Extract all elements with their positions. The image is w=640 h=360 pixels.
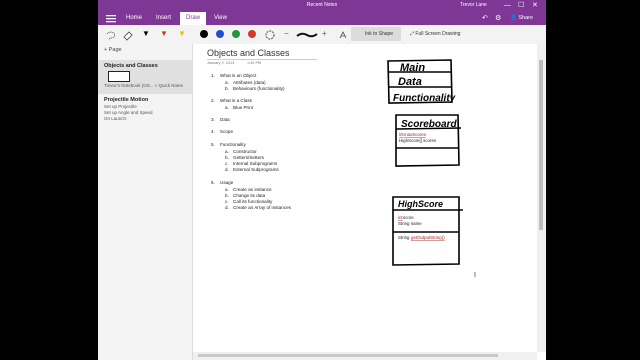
tab-insert[interactable]: Insert [156,15,171,21]
person-icon: 👤 [510,15,517,21]
highscore-box-title: HighScore [398,199,443,209]
scoreboard-box-title: Scoreboard [401,119,457,130]
color-wheel-icon[interactable] [264,28,276,40]
highscore-class-box[interactable]: HighScore int score String name String g… [392,196,463,266]
settings-icon[interactable]: ⚙ [495,14,501,22]
main-class-box[interactable]: Main Data Functionality [387,59,456,104]
page-list-panel: + Page Objects and Classes Trevor's Note… [98,44,193,360]
maximize-button[interactable]: ☐ [518,1,524,10]
pages-menu-icon[interactable] [106,14,116,25]
share-button[interactable]: 👤 Share [510,15,533,21]
text-cursor-icon: I [474,272,476,279]
stroke-thickness-icon[interactable] [296,28,318,40]
page-item-objects-and-classes[interactable]: Objects and Classes Trevor's Notebook (O… [98,60,192,94]
page-item-line: On Launch: [104,116,128,121]
scoreboard-class-box[interactable]: Scoreboard int maxScores HighScore[] sco… [395,114,462,167]
black-pen-icon[interactable]: ▼ [142,30,150,38]
highlighter-icon[interactable]: ▼ [178,30,186,38]
highscore-attr-name: score [403,215,414,220]
main-box-line: Functionality [393,93,456,104]
note-page[interactable]: Objects and Classes January 2, 2013 1:49… [193,44,537,352]
red-pen-icon[interactable]: ▼ [160,30,168,38]
page-item-line: Set up Angle and Speed [104,110,153,115]
tab-draw[interactable]: Draw [180,12,207,25]
draw-ribbon: ▼ ▼ ▼ − + Ink to Shape ⤢ Full Screen Dra… [98,25,546,45]
page-thumbnail [108,71,130,82]
ink-to-shape-label: Ink to Shape [365,31,394,37]
tab-home[interactable]: Home [126,15,142,21]
title-bar: Recent Notes Trevor Lane — ☐ ✕ [98,0,546,12]
scoreboard-attr-line: HighScore[] scores [399,138,437,143]
onenote-window: Recent Notes Trevor Lane — ☐ ✕ Home Inse… [98,0,546,360]
blue-color-swatch[interactable] [216,30,224,38]
minimize-button[interactable]: — [504,1,511,10]
page-item-subtitle: Trevor's Notebook (OS... » Quick Notes [104,83,183,88]
thicker-stroke-button[interactable]: + [322,30,327,38]
add-page-button[interactable]: + Page [104,47,122,53]
vertical-scroll-thumb[interactable] [539,60,543,230]
scoreboard-attr-name: maxScores [404,132,427,137]
page-item-title: Objects and Classes [104,63,158,69]
horizontal-scroll-thumb[interactable] [198,354,498,357]
lasso-select-icon[interactable] [104,28,116,41]
user-name[interactable]: Trevor Lane [460,2,487,8]
thinner-stroke-button[interactable]: − [284,30,289,38]
full-screen-drawing-button[interactable]: ⤢ Full Screen Drawing [410,27,460,41]
math-icon[interactable] [338,28,350,40]
ink-drawing-layer: Main Data Functionality Scoreboard int m… [387,59,463,266]
green-color-swatch[interactable] [232,30,240,38]
ribbon-tabs: Home Insert Draw View ↶ ⚙ 👤 Share [98,12,546,25]
page-item-line: Set up Projectile [104,104,137,109]
page-item-projectile-motion[interactable]: Projectile Motion Set up Projectile Set … [98,96,192,124]
tab-view[interactable]: View [214,15,227,21]
highscore-method-type: String [398,235,410,240]
highscore-attr-line: String name [398,221,422,226]
black-color-swatch[interactable] [200,30,208,38]
close-button[interactable]: ✕ [532,1,538,10]
main-box-line: Data [398,76,422,88]
full-screen-label: Full Screen Drawing [415,31,461,37]
eraser-icon[interactable] [122,28,134,41]
full-screen-icon: ⤢ [410,31,415,37]
back-icon[interactable]: ↶ [482,14,488,22]
share-label: Share [518,15,534,21]
red-color-swatch[interactable] [248,30,256,38]
page-item-title: Projectile Motion [104,97,149,103]
main-box-line: Main [400,62,425,74]
highscore-method-name: getOutputString() [411,235,445,240]
ink-to-shape-button[interactable]: Ink to Shape [351,27,401,41]
